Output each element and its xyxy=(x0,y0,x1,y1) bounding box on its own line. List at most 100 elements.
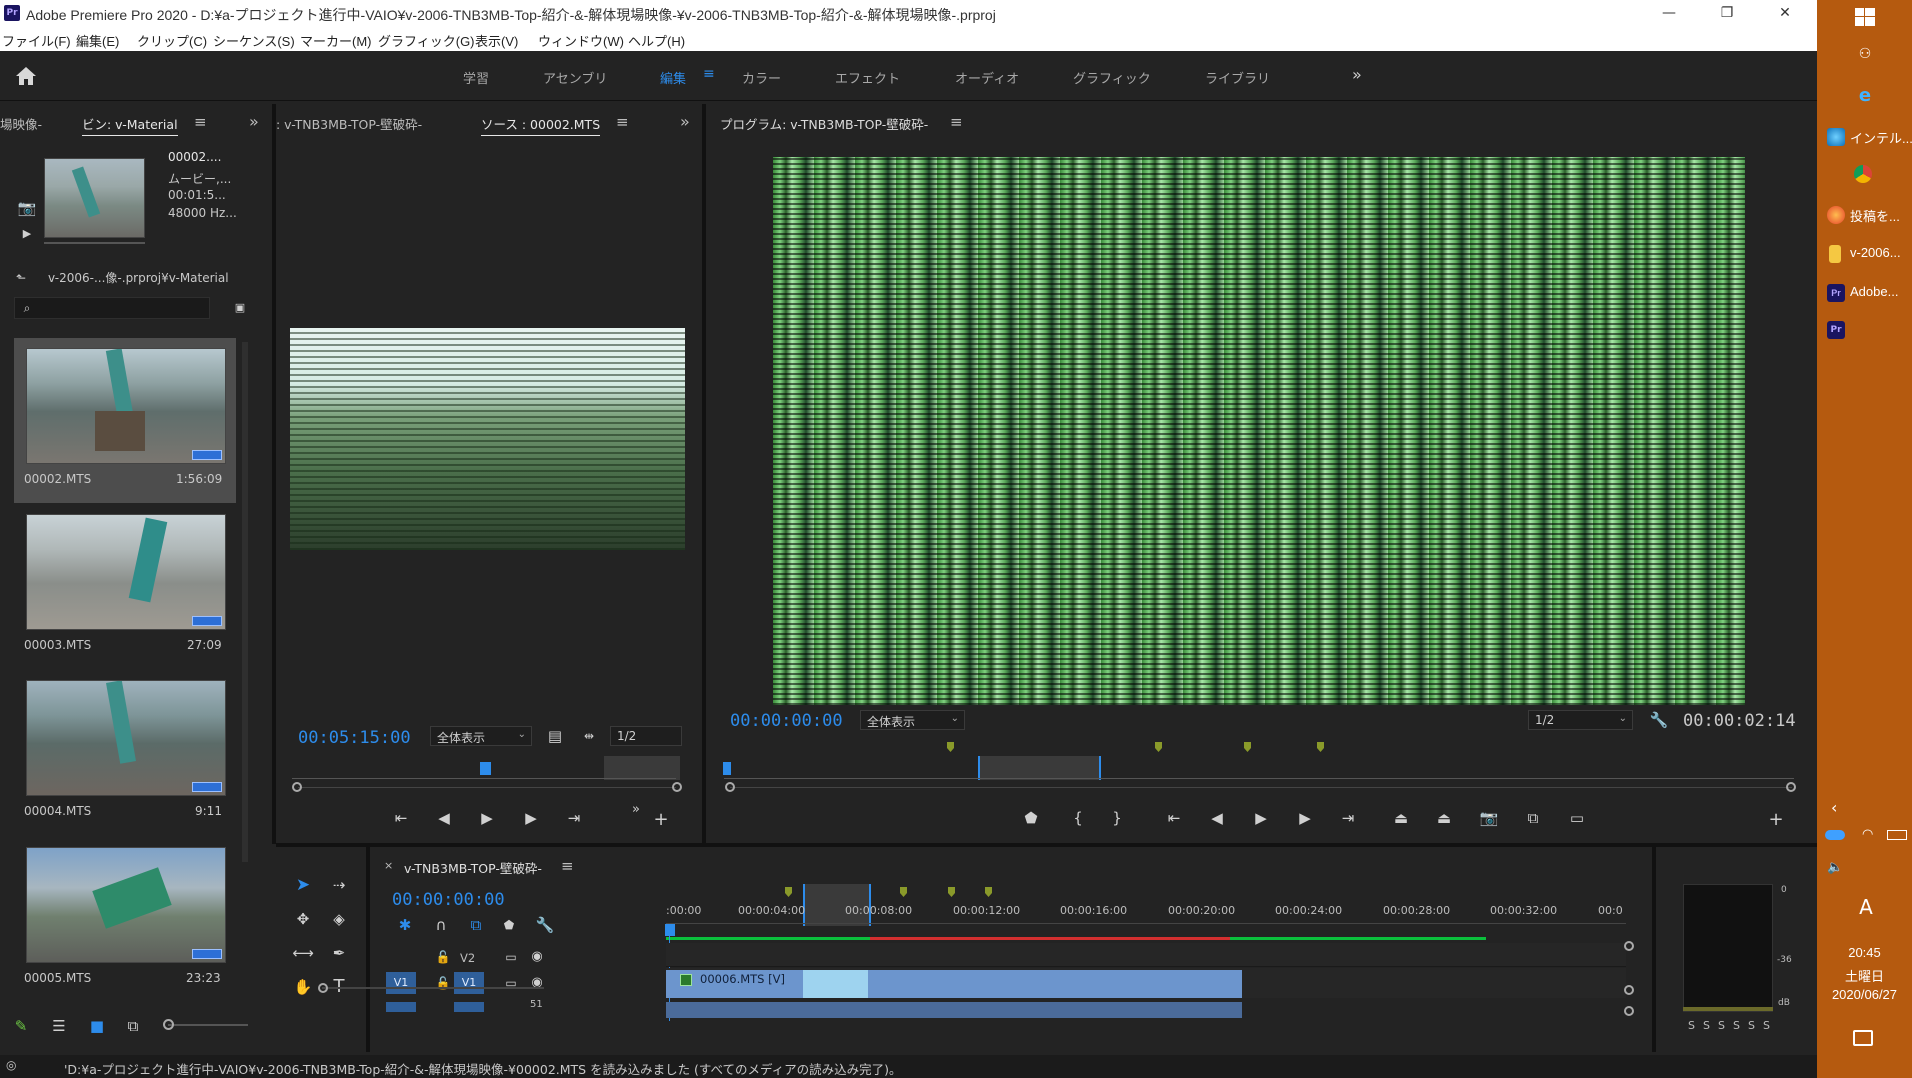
menu-help[interactable]: ヘルプ(H) xyxy=(628,31,685,50)
program-timecode[interactable]: 00:00:00:00 xyxy=(730,711,843,731)
timeline-vscroll-bottom[interactable] xyxy=(1624,1006,1634,1016)
menu-sequence[interactable]: シーケンス(S) xyxy=(213,31,295,50)
home-icon[interactable] xyxy=(14,65,42,87)
windows-start-icon[interactable] xyxy=(1855,8,1875,26)
menu-marker[interactable]: マーカー(M) xyxy=(300,31,372,50)
lift-icon[interactable]: ⏏ xyxy=(1390,808,1412,828)
source-zoom-handle-right[interactable] xyxy=(672,782,682,792)
source-playhead[interactable] xyxy=(480,762,491,775)
timeline-settings-wrench-icon[interactable]: 🔧 xyxy=(534,915,556,935)
source-zoom-bar[interactable] xyxy=(298,787,676,788)
solo-button[interactable]: S xyxy=(1748,1019,1755,1032)
step-back-icon[interactable]: ◀ xyxy=(433,808,455,828)
source-tab-active[interactable]: ソース : 00002.MTS xyxy=(481,114,601,136)
onedrive-icon[interactable] xyxy=(1825,830,1845,840)
panel-menu-icon[interactable]: ≡ xyxy=(194,113,207,131)
pencil-icon[interactable]: ✎ xyxy=(10,1016,32,1036)
taskbar-item-edge[interactable]: インテル... xyxy=(1825,124,1912,150)
minimize-button[interactable]: — xyxy=(1640,0,1698,27)
settings-square-icon[interactable]: ▤ xyxy=(544,726,566,746)
track-a1-label[interactable] xyxy=(454,1002,484,1012)
workspace-color[interactable]: カラー xyxy=(742,68,781,87)
go-to-in-icon[interactable]: ⇤ xyxy=(390,808,412,828)
panel-overflow-icon[interactable]: » xyxy=(680,112,690,131)
workspace-learning[interactable]: 学習 xyxy=(463,68,489,87)
program-zoom-handle-left[interactable] xyxy=(725,782,735,792)
lock-icon[interactable]: 🔓 xyxy=(432,973,454,993)
sync-lock-icon[interactable]: ▭ xyxy=(500,947,522,967)
program-inout-range[interactable] xyxy=(978,756,1101,780)
play-button-icon[interactable]: ▶ xyxy=(1250,808,1272,828)
track-v1-label[interactable]: V1 xyxy=(454,972,484,994)
wrench-icon[interactable]: 🔧 xyxy=(1648,710,1670,730)
hand-tool-icon[interactable]: ✋ xyxy=(292,977,314,997)
clip-thumbnail-00003[interactable] xyxy=(26,514,226,630)
wifi-icon[interactable]: ◠ xyxy=(1862,827,1873,842)
mark-in-icon[interactable]: { xyxy=(1067,808,1089,828)
source-patch-a1[interactable] xyxy=(386,1002,416,1012)
nest-snap-icon[interactable]: ✱ xyxy=(394,915,416,935)
program-zoom-bar[interactable] xyxy=(730,787,1792,788)
lock-icon[interactable]: 🔓 xyxy=(432,947,454,967)
source-zoom-handle-left[interactable] xyxy=(292,782,302,792)
source-resolution-dropdown[interactable]: 1/2 xyxy=(610,726,682,746)
track-v2[interactable] xyxy=(666,943,1626,967)
menu-clip[interactable]: クリップ(C) xyxy=(137,31,207,50)
step-forward-icon[interactable]: ▶ xyxy=(520,808,542,828)
workspace-editing[interactable]: 編集 xyxy=(660,68,686,87)
timeline-timecode[interactable]: 00:00:00:00 xyxy=(392,890,505,910)
header-zoom-handle[interactable] xyxy=(318,983,328,993)
go-to-out-icon[interactable]: ⇥ xyxy=(1337,808,1359,828)
add-marker-icon[interactable]: ⬟ xyxy=(1020,808,1042,828)
program-zoom-handle-right[interactable] xyxy=(1786,782,1796,792)
workspace-graphics[interactable]: グラフィック xyxy=(1073,68,1151,87)
go-to-out-icon[interactable]: ⇥ xyxy=(563,808,585,828)
icon-view-icon[interactable]: ■ xyxy=(86,1016,108,1036)
slip-tool-icon[interactable]: ⟷ xyxy=(292,943,314,963)
premiere-pinned-icon[interactable]: Pr xyxy=(1827,321,1845,339)
chrome-icon[interactable] xyxy=(1854,165,1872,183)
timeline-audio-clip[interactable] xyxy=(666,1002,1242,1018)
track-select-tool-icon[interactable]: ⇢ xyxy=(328,875,350,895)
export-frame-camera-icon[interactable]: 📷 xyxy=(1478,808,1500,828)
fit-width-icon[interactable]: ⇹ xyxy=(578,726,600,746)
ripple-edit-tool-icon[interactable]: ✥ xyxy=(292,909,314,929)
clip-thumbnail-00004[interactable] xyxy=(26,680,226,796)
solo-button[interactable]: S xyxy=(1703,1019,1710,1032)
pen-tool-icon[interactable]: ✒ xyxy=(328,943,350,963)
workspace-assembly[interactable]: アセンブリ xyxy=(543,68,607,87)
project-tab-previous[interactable]: 場映像- xyxy=(0,114,42,133)
clock-time[interactable]: 20:45 xyxy=(1817,945,1912,960)
source-fit-dropdown[interactable]: 全体表示 ⌄ xyxy=(430,726,532,746)
workspace-libraries[interactable]: ライブラリ xyxy=(1205,68,1270,87)
go-to-in-icon[interactable]: ⇤ xyxy=(1163,808,1185,828)
close-button[interactable]: ✕ xyxy=(1756,0,1814,27)
mark-out-icon[interactable]: } xyxy=(1106,808,1128,828)
source-patch-v1[interactable]: V1 xyxy=(386,972,416,994)
solo-button[interactable]: S xyxy=(1688,1019,1695,1032)
solo-button[interactable]: S xyxy=(1733,1019,1740,1032)
panel-menu-icon[interactable]: ≡ xyxy=(561,857,574,875)
panel-overflow-icon[interactable]: » xyxy=(249,112,259,131)
taskbar-item-adobe[interactable]: Pr Adobe... xyxy=(1825,280,1909,306)
play-button-icon[interactable]: ▶ xyxy=(476,808,498,828)
new-search-bin-icon[interactable]: ▣ xyxy=(229,298,251,318)
more-buttons-icon[interactable]: » xyxy=(625,800,647,820)
sequence-tab[interactable]: v-TNB3MB-TOP-壁破砕- xyxy=(404,858,542,877)
maximize-button[interactable]: ❐ xyxy=(1698,0,1756,27)
workspace-effects[interactable]: エフェクト xyxy=(835,68,900,87)
program-tab[interactable]: プログラム: v-TNB3MB-TOP-壁破砕- xyxy=(720,114,928,133)
freeform-view-icon[interactable]: ⧉ xyxy=(122,1016,144,1036)
workspace-audio[interactable]: オーディオ xyxy=(955,68,1019,87)
timeline-playhead[interactable] xyxy=(665,924,675,936)
linked-selection-icon[interactable]: ⧉ xyxy=(465,915,487,935)
program-fit-dropdown[interactable]: 全体表示 ⌄ xyxy=(860,710,965,730)
track-v2-label[interactable]: V2 xyxy=(460,951,475,965)
source-tab-previous[interactable]: : v-TNB3MB-TOP-壁破砕- xyxy=(276,114,422,133)
header-zoom-bar[interactable] xyxy=(322,987,544,989)
zoom-slider[interactable] xyxy=(168,1024,248,1026)
menu-edit[interactable]: 編集(E) xyxy=(76,31,119,50)
chevron-left-icon[interactable]: ‹ xyxy=(1831,798,1837,817)
step-back-icon[interactable]: ◀ xyxy=(1206,808,1228,828)
menu-view[interactable]: 表示(V) xyxy=(475,31,518,50)
